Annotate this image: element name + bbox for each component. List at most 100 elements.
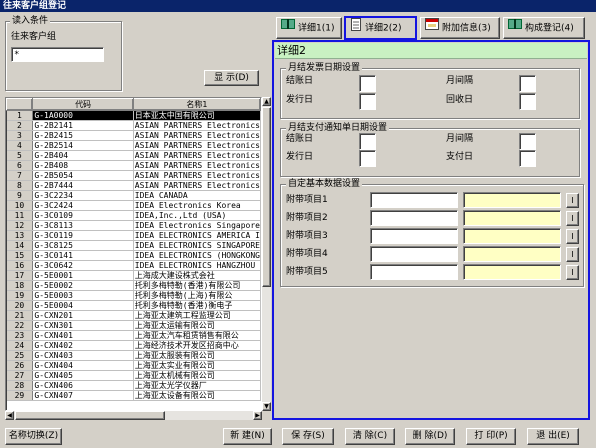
table-row[interactable]: 20 G-5E0004 托利多梅特勒(香港)衡电子 [6,300,261,311]
table-row[interactable]: 13 G-3C0119 IDEA ELECTRONICS AMERICA I [6,230,261,241]
code-cell[interactable]: G-5E0003 [32,290,134,301]
name-cell[interactable]: 托利多梅特勒(香港)有限公司 [133,280,261,291]
code-cell[interactable]: G-5E0001 [32,270,134,281]
custom-item-name-field[interactable] [463,246,561,262]
custom-item-code-field[interactable] [370,210,458,226]
row-number-cell[interactable]: 20 [6,300,34,311]
name-cell[interactable]: ASIAN PARTNERS Electronics [133,170,261,181]
table-row[interactable]: 28 G-CXN406 上海亚太光学仪器厂 [6,380,261,391]
name-cell[interactable]: 上海亚太实业有限公司 [133,360,261,371]
custom-item-pick-button[interactable]: I [566,211,579,226]
grid-vertical-scrollbar[interactable]: ▲ ▼ [262,97,271,411]
table-row[interactable]: 22 G-CXN301 上海亚太运输有限公司 [6,320,261,331]
invoice-issue-field[interactable] [359,93,376,110]
row-number-cell[interactable]: 3 [6,130,34,141]
name-cell[interactable]: 上海亚太汽车租赁销售有限公 [133,330,261,341]
invoice-collect-field[interactable] [519,93,536,110]
row-number-cell[interactable]: 8 [6,180,34,191]
customer-group-input[interactable] [11,47,104,62]
name-cell[interactable]: 上海经济技术开发区招商中心 [133,340,261,351]
table-row[interactable]: 19 G-5E0003 托利多梅特勒(上海)有限公 [6,290,261,301]
name-cell[interactable]: IDEA ELECTRONICS SINGAPORE [133,240,261,251]
code-cell[interactable]: G-2B7444 [32,180,134,191]
table-row[interactable]: 14 G-3C8125 IDEA ELECTRONICS SINGAPORE [6,240,261,251]
custom-item-pick-button[interactable]: I [566,247,579,262]
code-cell[interactable]: G-5E0004 [32,300,134,311]
table-row[interactable]: 18 G-5E0002 托利多梅特勒(香港)有限公司 [6,280,261,291]
customer-group-grid[interactable]: 代码 名称1 1 G-1A0000 日本亚太中国有限公司 2 G-2B2141 ASIAN… [5,97,262,411]
name-cell[interactable]: IDEA,Inc.,Ltd (USA) [133,210,261,221]
name-cell[interactable]: 上海亚太运输有限公司 [133,320,261,331]
custom-item-code-field[interactable] [370,246,458,262]
table-row[interactable]: 7 G-2B5054 ASIAN PARTNERS Electronics [6,170,261,181]
table-row[interactable]: 29 G-CXN407 上海亚太设备有限公司 [6,390,261,401]
custom-item-name-field[interactable] [463,228,561,244]
name-switch-button[interactable]: 名称切换(Z) [5,428,62,445]
table-row[interactable]: 2 G-2B2141 ASIAN PARTNERS Electronics [6,120,261,131]
table-row[interactable]: 15 G-3C0141 IDEA ELECTRONICS (HONGKONG [6,250,261,261]
tab-extra-info[interactable]: 附加信息(3) [420,17,500,39]
invoice-closing-field[interactable] [359,75,376,92]
row-number-cell[interactable]: 28 [6,380,34,391]
code-cell[interactable]: G-3C2424 [32,200,134,211]
code-cell[interactable]: G-CXN404 [32,360,134,371]
name-cell[interactable]: 上海成大建设株式会社 [133,270,261,281]
name-cell[interactable]: ASIAN PARTNERS Electronics [133,180,261,191]
row-number-cell[interactable]: 12 [6,220,34,231]
code-cell[interactable]: G-2B2141 [32,120,134,131]
table-row[interactable]: 5 G-2B404 ASIAN PARTNERS Electronics [6,150,261,161]
code-cell[interactable]: G-2B404 [32,150,134,161]
row-number-cell[interactable]: 1 [6,110,34,121]
row-number-cell[interactable]: 23 [6,330,34,341]
code-cell[interactable]: G-3C8125 [32,240,134,251]
row-number-cell[interactable]: 9 [6,190,34,201]
row-number-cell[interactable]: 27 [6,370,34,381]
table-row[interactable]: 12 G-3C8113 IDEA Electronics Singapore [6,220,261,231]
name-cell[interactable]: 托利多梅特勒(上海)有限公 [133,290,261,301]
row-number-cell[interactable]: 24 [6,340,34,351]
payment-closing-field[interactable] [359,133,376,150]
row-number-cell[interactable]: 11 [6,210,34,221]
grid-header-code[interactable]: 代码 [32,98,134,111]
code-cell[interactable]: G-CXN406 [32,380,134,391]
table-row[interactable]: 25 G-CXN403 上海亚太服装有限公司 [6,350,261,361]
table-row[interactable]: 27 G-CXN405 上海亚太机械有限公司 [6,370,261,381]
table-row[interactable]: 1 G-1A0000 日本亚太中国有限公司 [6,110,261,121]
table-row[interactable]: 24 G-CXN402 上海经济技术开发区招商中心 [6,340,261,351]
code-cell[interactable]: G-5E0002 [32,280,134,291]
tab-detail1[interactable]: 详细1(1) [276,17,342,39]
name-cell[interactable]: IDEA Electronics Singapore [133,220,261,231]
custom-item-pick-button[interactable]: I [566,229,579,244]
code-cell[interactable]: G-CXN403 [32,350,134,361]
table-row[interactable]: 17 G-5E0001 上海成大建设株式会社 [6,270,261,281]
name-cell[interactable]: IDEA Electronics Korea [133,200,261,211]
custom-item-code-field[interactable] [370,192,458,208]
table-row[interactable]: 9 G-3C2234 IDEA CANADA [6,190,261,201]
tab-composition[interactable]: 构成登记(4) [503,17,585,39]
code-cell[interactable]: G-CXN407 [32,390,134,401]
grid-horizontal-scrollbar[interactable]: ◀ ▶ [5,411,262,420]
custom-item-code-field[interactable] [370,228,458,244]
tab-detail2[interactable]: 详细2(2) [344,16,417,40]
payment-payday-field[interactable] [519,150,536,167]
row-number-cell[interactable]: 13 [6,230,34,241]
code-cell[interactable]: G-2B5054 [32,170,134,181]
custom-item-pick-button[interactable]: I [566,265,579,280]
name-cell[interactable]: IDEA CANADA [133,190,261,201]
name-cell[interactable]: ASIAN PARTNERS Electronics [133,160,261,171]
code-cell[interactable]: G-2B2514 [32,140,134,151]
code-cell[interactable]: G-CXN402 [32,340,134,351]
name-cell[interactable]: IDEA ELECTRONICS HANGZHOU [133,260,261,271]
exit-button[interactable]: 退 出(E) [527,428,579,445]
row-number-cell[interactable]: 17 [6,270,34,281]
table-row[interactable]: 8 G-2B7444 ASIAN PARTNERS Electronics [6,180,261,191]
name-cell[interactable]: 托利多梅特勒(香港)衡电子 [133,300,261,311]
scroll-down-icon[interactable]: ▼ [262,402,271,411]
name-cell[interactable]: ASIAN PARTNERS Electronics [133,120,261,131]
table-row[interactable]: 10 G-3C2424 IDEA Electronics Korea [6,200,261,211]
row-number-cell[interactable]: 26 [6,360,34,371]
custom-item-pick-button[interactable]: I [566,193,579,208]
name-cell[interactable]: 上海亚太机械有限公司 [133,370,261,381]
name-cell[interactable]: 日本亚太中国有限公司 [133,110,261,121]
grid-header-name[interactable]: 名称1 [132,98,261,111]
